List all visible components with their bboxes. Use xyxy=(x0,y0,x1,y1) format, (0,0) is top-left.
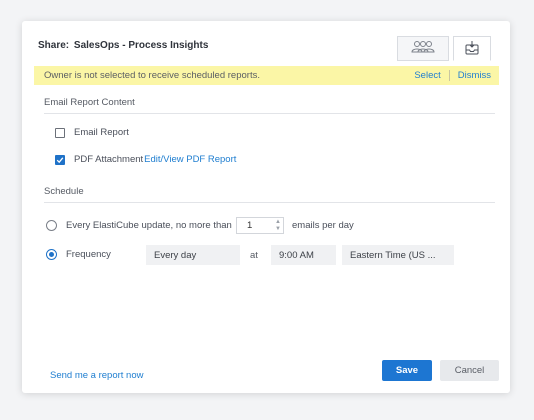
dialog-title: Share: SalesOps - Process Insights xyxy=(38,40,208,51)
frequency-select[interactable]: Every day xyxy=(146,245,240,265)
email-content-heading: Email Report Content xyxy=(44,97,135,108)
email-report-label: Email Report xyxy=(74,127,129,138)
inbox-icon xyxy=(464,40,480,58)
share-dialog: Share: SalesOps - Process Insights Owner… xyxy=(22,21,510,393)
dashboard-name: SalesOps - Process Insights xyxy=(73,40,209,51)
frequency-option[interactable]: Frequency xyxy=(46,249,111,260)
banner-divider xyxy=(448,70,450,81)
tab-share-users[interactable] xyxy=(397,36,449,61)
stepper-up-icon[interactable]: ▲ xyxy=(275,219,281,226)
time-select[interactable]: 9:00 AM xyxy=(271,245,336,265)
users-icon xyxy=(410,40,436,57)
dismiss-link[interactable]: Dismiss xyxy=(458,70,491,81)
checkmark-icon xyxy=(56,156,64,163)
timezone-select[interactable]: Eastern Time (US ... xyxy=(342,245,454,265)
divider xyxy=(44,113,495,114)
select-owner-link[interactable]: Select xyxy=(414,70,440,81)
schedule-heading: Schedule xyxy=(44,186,84,197)
frequency-radio[interactable] xyxy=(46,249,57,260)
emails-per-day-label: emails per day xyxy=(292,220,354,231)
pdf-attachment-option[interactable]: PDF Attachment Edit/View PDF Report xyxy=(55,154,236,165)
pdf-attachment-checkbox[interactable] xyxy=(55,154,65,165)
emails-per-day-text: emails per day xyxy=(292,220,354,231)
email-report-checkbox[interactable] xyxy=(55,127,65,138)
pdf-attachment-label: PDF Attachment xyxy=(74,154,144,165)
divider xyxy=(44,202,495,203)
stepper-arrows[interactable]: ▲ ▼ xyxy=(275,219,281,233)
email-report-option[interactable]: Email Report xyxy=(55,127,129,138)
cancel-button[interactable]: Cancel xyxy=(440,360,499,381)
elasticube-radio[interactable] xyxy=(46,220,57,231)
stepper-value: 1 xyxy=(247,220,253,231)
tab-email-schedule[interactable] xyxy=(453,36,491,61)
elasticube-label: Every ElastiCube update, no more than xyxy=(66,220,232,231)
emails-per-day-stepper[interactable]: 1 ▲ ▼ xyxy=(236,217,284,234)
at-label: at xyxy=(250,250,258,261)
owner-warning-banner: Owner is not selected to receive schedul… xyxy=(34,66,499,85)
save-button[interactable]: Save xyxy=(382,360,432,381)
elasticube-option[interactable]: Every ElastiCube update, no more than xyxy=(46,220,232,231)
send-report-now-link[interactable]: Send me a report now xyxy=(50,370,143,381)
banner-message: Owner is not selected to receive schedul… xyxy=(44,70,260,81)
frequency-label: Frequency xyxy=(66,249,111,260)
stepper-down-icon[interactable]: ▼ xyxy=(275,226,281,233)
edit-pdf-report-link[interactable]: Edit/View PDF Report xyxy=(144,154,236,165)
title-prefix: Share: xyxy=(38,40,70,51)
